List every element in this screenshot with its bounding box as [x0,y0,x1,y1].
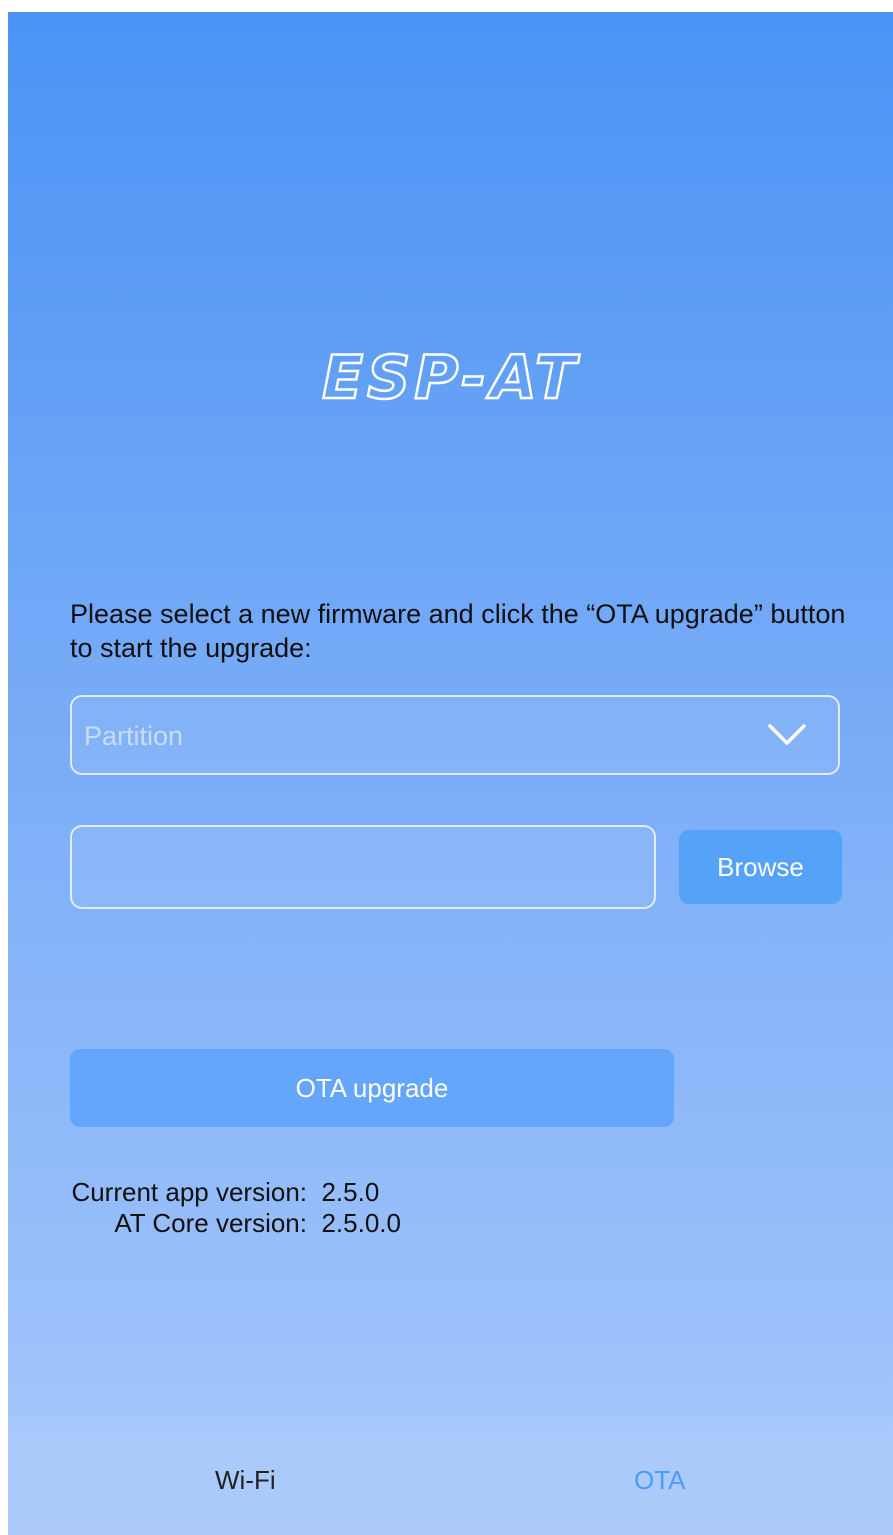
instruction-text: Please select a new firmware and click t… [70,599,846,663]
app-version-value: 2.5.0 [321,1177,380,1207]
partition-select[interactable]: Partition [70,695,840,775]
tab-wifi[interactable]: Wi-Fi [215,1465,276,1496]
core-version-row: AT Core version: 2.5.0.0 [70,1208,401,1239]
core-version-label: AT Core version: [114,1208,307,1238]
bottom-tab-bar: Wi-Fi OTA [8,1417,893,1535]
app-screen: ESP-AT Please select a new firmware and … [8,12,893,1535]
app-version-label: Current app version: [71,1177,307,1207]
partition-placeholder: Partition [84,721,184,751]
tab-ota[interactable]: OTA [634,1465,686,1496]
ota-upgrade-button[interactable]: OTA upgrade [70,1049,674,1127]
core-version-value: 2.5.0.0 [321,1208,401,1238]
app-logo: ESP-AT [8,330,893,420]
chevron-down-icon [768,724,806,745]
browse-button[interactable]: Browse [679,830,842,904]
logo-text: ESP-AT [322,343,580,413]
version-info: Current app version: 2.5.0 AT Core versi… [70,1177,401,1239]
firmware-file-field[interactable] [70,825,656,909]
app-version-row: Current app version: 2.5.0 [70,1177,401,1208]
